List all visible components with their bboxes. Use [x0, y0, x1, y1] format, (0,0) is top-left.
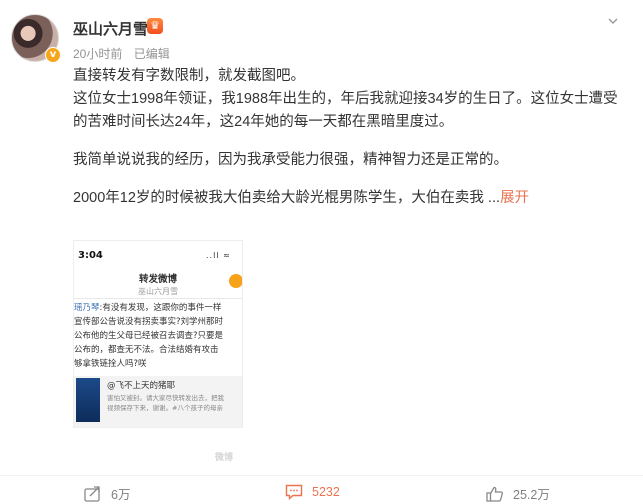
- signal-icon: ..ll ≈: [206, 251, 231, 260]
- embed-quote-card: @飞不上天的猪耶 害怕又被封。请大家尽快转发出去，把我 视频保存下来，谢谢。#八…: [74, 376, 242, 427]
- embed-line: 公布他的生父母已经被召去调查?只要是: [74, 331, 224, 341]
- weibo-watermark: 微博: [215, 452, 234, 462]
- embed-body: 瑶乃琴:有没有发现，这跟你的事件一样 宣传部公告说没有拐卖事实?刘学州那时 公布…: [74, 301, 242, 371]
- send-icon: [229, 274, 242, 288]
- post-image-screenshot[interactable]: 3:04 ..ll ≈ 转发微博 巫山六月雪 瑶乃琴:有没有发现，这跟你的事件一…: [73, 240, 243, 428]
- post-paragraph: 我简单说说我的经历，因为我承受能力很强，精神智力还是正常的。: [73, 152, 508, 168]
- post-meta: 20小时前 已编辑: [73, 45, 170, 62]
- embed-subtitle: 巫山六月雪: [138, 287, 178, 296]
- quote-title: @飞不上天的猪耶: [107, 381, 176, 391]
- embed-line: :有没有发现，这跟你的事件一样: [99, 303, 222, 313]
- phone-time: 3:04: [78, 250, 103, 261]
- like-count: 25.2万: [513, 488, 550, 502]
- post-time[interactable]: 20小时前: [73, 47, 122, 61]
- repost-button[interactable]: 6万: [84, 484, 130, 503]
- chevron-down-icon[interactable]: [606, 14, 620, 28]
- post-paragraph-text: 2000年12岁的时候被我大伯卖给大龄光棍男陈学生，大伯在卖我 ...: [73, 190, 500, 206]
- post-paragraph: 这位女士1998年领证，我1988年出生的，年后我就迎接34岁的生日了。这位女士…: [73, 91, 618, 130]
- embed-title: 转发微博: [138, 274, 177, 285]
- action-bar: 6万 5232 25.2万: [0, 475, 643, 504]
- repost-icon: [84, 485, 100, 502]
- embed-line: 宣传部公告说没有拐卖事实?刘学州那时: [74, 317, 224, 327]
- expand-link[interactable]: 展开: [500, 190, 529, 206]
- embed-line: 够拿铁链拴人吗?咲: [74, 359, 147, 369]
- post-paragraph: 直接转发有字数限制，就发截图吧。: [73, 68, 305, 84]
- embed-line: 公布的，都查无不法。合法结婚有攻击: [74, 345, 219, 355]
- like-button[interactable]: 25.2万: [486, 484, 550, 503]
- quote-thumbnail: [76, 378, 100, 422]
- edited-label[interactable]: 已编辑: [134, 47, 170, 61]
- comment-count: 5232: [312, 485, 340, 499]
- thumbs-up-icon: [486, 486, 503, 502]
- comment-icon: [285, 484, 303, 500]
- member-crown-icon[interactable]: ♛: [147, 18, 163, 34]
- post-paragraph-last: 2000年12岁的时候被我大伯卖给大龄光棍男陈学生，大伯在卖我 ...展开: [73, 187, 623, 210]
- embed-mention: 瑶乃琴: [74, 303, 100, 313]
- username[interactable]: 巫山六月雪: [73, 18, 148, 39]
- repost-count: 6万: [111, 488, 131, 502]
- quote-text: 害怕又被封。请大家尽快转发出去，把我 视频保存下来，谢谢。#八个孩子的母亲: [107, 394, 224, 412]
- comment-button[interactable]: 5232: [285, 484, 340, 500]
- verified-badge-icon: v: [45, 47, 61, 63]
- post-text: 直接转发有字数限制，就发截图吧。 这位女士1998年领证，我1988年出生的，年…: [73, 65, 623, 210]
